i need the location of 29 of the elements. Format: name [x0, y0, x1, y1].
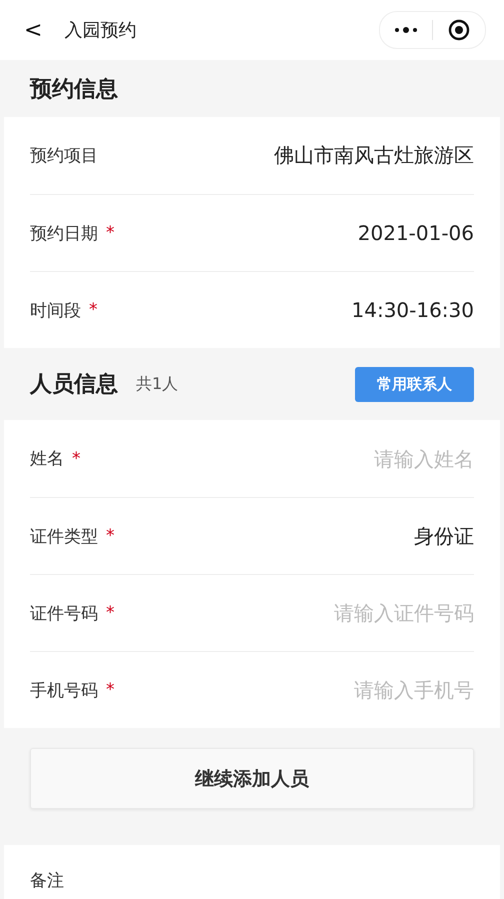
input-field[interactable]: 请输入手机号: [234, 678, 474, 702]
field-value[interactable]: 佛山市南风古灶旅游区: [274, 142, 474, 169]
field-value[interactable]: 14:30-16:30: [352, 298, 474, 322]
input-field[interactable]: 请输入证件号码: [234, 601, 474, 625]
field-label: 证件号码: [30, 602, 98, 624]
field-label: 预约项目: [30, 145, 98, 167]
field-value[interactable]: 2021-01-06: [358, 221, 474, 245]
close-icon[interactable]: [448, 19, 470, 41]
section-title: 预约信息: [30, 76, 118, 104]
field-label: 姓名: [30, 448, 64, 470]
field-label: 手机号码: [30, 680, 98, 702]
required-mark: *: [89, 300, 98, 320]
required-mark: *: [106, 680, 114, 700]
back-button[interactable]: <: [20, 18, 46, 42]
more-icon[interactable]: [394, 26, 418, 34]
required-mark: *: [106, 526, 114, 546]
field-label: 预约日期: [30, 222, 98, 244]
remark-label: 备注: [30, 870, 64, 892]
section-title: 人员信息: [30, 371, 118, 399]
add-person-button[interactable]: 继续添加人员: [30, 748, 474, 809]
people-count: 共1人: [136, 374, 180, 394]
page-title: 入园预约: [64, 19, 138, 42]
required-mark: *: [72, 448, 80, 468]
field-value[interactable]: 身份证: [414, 522, 474, 550]
field-label: 证件类型: [30, 526, 98, 548]
input-field[interactable]: 请输入姓名: [234, 446, 474, 470]
required-mark: *: [106, 223, 114, 243]
field-label: 时间段: [30, 300, 81, 322]
required-mark: *: [106, 603, 114, 623]
